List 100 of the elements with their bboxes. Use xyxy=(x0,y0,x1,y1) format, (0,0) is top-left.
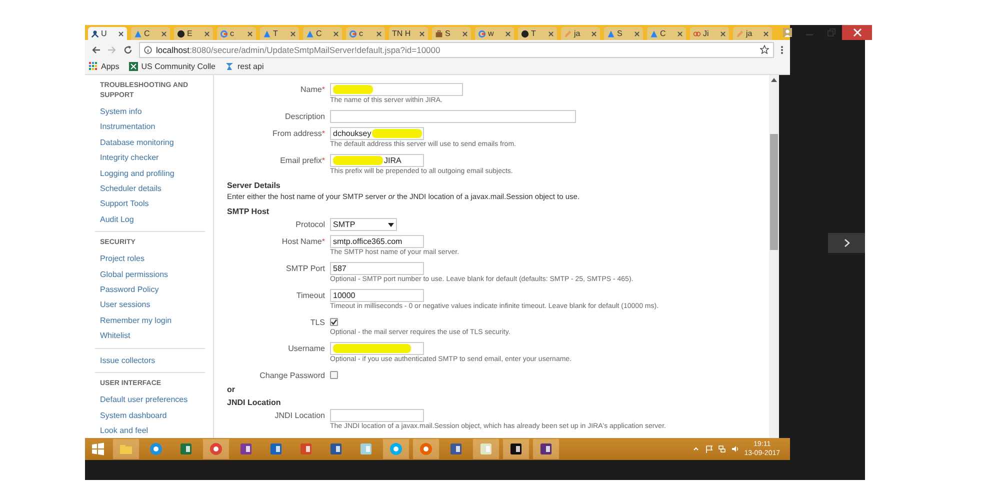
field-label: Timeout xyxy=(295,291,325,300)
field-label: Protocol xyxy=(294,220,325,229)
checkbox[interactable] xyxy=(330,371,338,379)
browser-tab[interactable]: C xyxy=(131,27,170,40)
taskbar-app[interactable] xyxy=(533,439,559,459)
text-field[interactable]: smtp.office365.com xyxy=(330,235,424,248)
close-icon[interactable] xyxy=(591,30,597,36)
browser-tab[interactable]: E xyxy=(174,27,213,40)
sidebar-link[interactable]: Global permissions xyxy=(95,266,205,282)
address-bar[interactable]: localhost:8080/secure/admin/UpdateSmtpMailServer!default.jspa?id=10000 xyxy=(139,42,774,58)
sidebar-link[interactable]: User sessions xyxy=(95,297,205,313)
section-heading: Server Details xyxy=(227,181,282,190)
next-button[interactable] xyxy=(828,232,865,252)
browser-tab[interactable]: T xyxy=(260,27,299,40)
browser-tab[interactable]: c xyxy=(217,27,256,40)
close-icon[interactable] xyxy=(505,30,511,36)
sidebar-link[interactable]: Logging and profiling xyxy=(95,166,205,182)
chevron-icon xyxy=(844,238,850,246)
sidebar-link[interactable]: Remember my login xyxy=(95,312,205,328)
browser-tab[interactable]: w xyxy=(475,27,514,40)
app-icon xyxy=(299,442,313,456)
text-field[interactable] xyxy=(330,409,424,422)
close-icon[interactable] xyxy=(118,30,124,36)
field-label: Change Password xyxy=(258,370,325,380)
sidebar-link[interactable]: System dashboard xyxy=(95,408,205,423)
browser-tab[interactable]: ja xyxy=(733,27,772,40)
sidebar-link[interactable]: Password Policy xyxy=(95,282,205,298)
text-field[interactable] xyxy=(330,83,463,96)
text-field[interactable] xyxy=(330,342,424,355)
browser-tab[interactable]: TN H xyxy=(389,27,428,40)
sidebar-link[interactable]: Audit Log xyxy=(95,212,205,228)
tab-favicon-icon xyxy=(435,30,443,38)
browser-tab[interactable]: T xyxy=(518,27,557,40)
text-field[interactable]: dchouksey xyxy=(330,127,424,140)
windows-icon xyxy=(91,442,105,456)
info-icon[interactable] xyxy=(144,46,152,54)
browser-tab[interactable]: S xyxy=(432,27,471,40)
close-icon[interactable] xyxy=(290,30,296,36)
sidebar-link[interactable]: Support Tools xyxy=(95,196,205,212)
tab-favicon-icon xyxy=(91,30,99,38)
close-icon[interactable] xyxy=(842,25,872,40)
tab-favicon-icon xyxy=(607,30,615,38)
sidebar-link[interactable]: Database monitoring xyxy=(95,134,205,150)
app-icon xyxy=(419,442,433,456)
bookmark[interactable]: Apps xyxy=(89,62,120,71)
network-icon[interactable] xyxy=(718,445,726,453)
sidebar-link[interactable]: Issue collectors xyxy=(95,352,205,368)
app-icon xyxy=(329,442,343,456)
tab-favicon-icon xyxy=(521,30,529,38)
close-icon[interactable] xyxy=(161,30,167,36)
protocol-select[interactable]: SMTP xyxy=(330,218,397,231)
bookmark[interactable]: US Community Colle xyxy=(129,62,216,71)
browser-tab[interactable]: C xyxy=(647,27,686,40)
bookmark[interactable]: rest api xyxy=(225,62,264,71)
scrollbar[interactable] xyxy=(769,75,779,438)
sidebar-link[interactable]: Whitelist xyxy=(95,328,205,344)
scroll-up-icon[interactable] xyxy=(771,78,777,83)
sidebar-link[interactable]: Project roles xyxy=(95,251,205,267)
spreadsheet-icon xyxy=(129,62,138,71)
close-icon[interactable] xyxy=(376,30,382,36)
close-icon[interactable] xyxy=(677,30,683,36)
browser-tab[interactable]: U xyxy=(88,27,127,40)
close-icon[interactable] xyxy=(419,30,425,36)
apps-grid-icon xyxy=(89,62,98,71)
close-icon[interactable] xyxy=(634,30,640,36)
back-icon[interactable] xyxy=(91,44,101,54)
close-icon[interactable] xyxy=(763,30,769,36)
text-field[interactable] xyxy=(330,110,576,123)
close-icon[interactable] xyxy=(204,30,210,36)
app-icon xyxy=(479,442,493,456)
text-field[interactable]: 10000 xyxy=(330,289,424,302)
caret-icon[interactable] xyxy=(692,445,700,453)
star-icon[interactable] xyxy=(760,45,769,54)
close-icon[interactable] xyxy=(247,30,253,36)
volume-icon[interactable] xyxy=(731,445,740,453)
sidebar-link[interactable]: Look and feel xyxy=(95,422,205,438)
browser-tab[interactable]: S xyxy=(604,27,643,40)
close-icon[interactable] xyxy=(333,30,339,36)
browser-tab[interactable]: Ji xyxy=(690,27,729,40)
sidebar-link[interactable]: Integrity checker xyxy=(95,150,205,166)
checkbox[interactable] xyxy=(330,318,338,326)
text-field[interactable]: JIRA xyxy=(330,154,424,167)
section-heading: JNDI Location xyxy=(227,398,282,407)
menu-icon[interactable] xyxy=(780,44,784,54)
sidebar-link[interactable]: Instrumentation xyxy=(95,119,205,135)
sidebar-link[interactable]: System info xyxy=(95,104,205,120)
text-field[interactable]: 587 xyxy=(330,262,424,275)
close-icon[interactable] xyxy=(548,30,554,36)
close-icon[interactable] xyxy=(720,30,726,36)
taskbar-app[interactable] xyxy=(503,439,529,459)
close-icon[interactable] xyxy=(462,30,468,36)
section-heading: SMTP Host xyxy=(227,207,270,216)
browser-tab[interactable]: c xyxy=(346,27,385,40)
browser-tab[interactable]: ja xyxy=(561,27,600,40)
browser-tab[interactable]: C xyxy=(303,27,342,40)
app-icon xyxy=(509,442,523,456)
sidebar-link[interactable]: Default user preferences xyxy=(95,392,205,408)
sidebar-link[interactable]: Scheduler details xyxy=(95,181,205,196)
reload-icon[interactable] xyxy=(123,44,133,54)
flag-icon[interactable] xyxy=(705,445,714,453)
